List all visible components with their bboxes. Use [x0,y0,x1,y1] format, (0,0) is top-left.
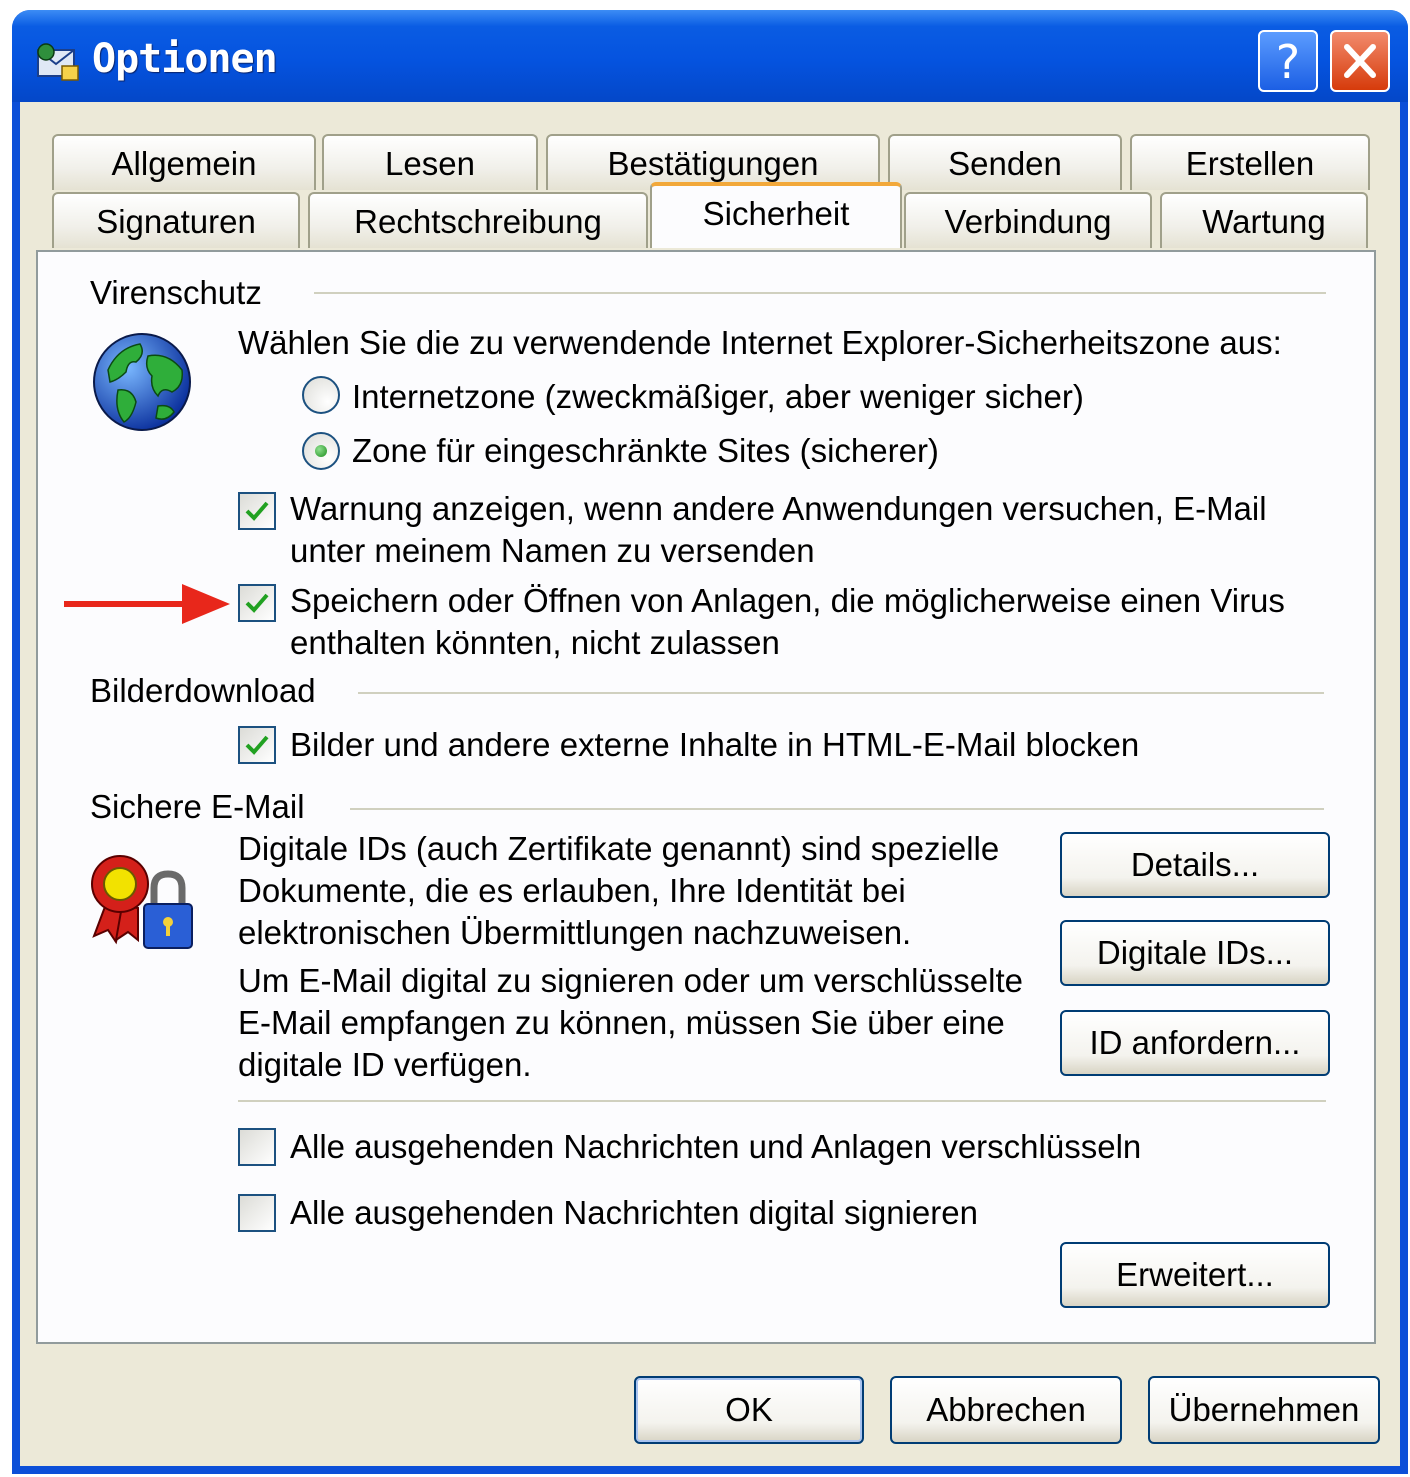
warn-checkbox[interactable] [238,492,276,530]
block-images-label[interactable]: Bilder und andere externe Inhalte in HTM… [290,724,1139,765]
block-images-checkbox[interactable] [238,726,276,764]
help-button[interactable]: ? [1258,30,1318,92]
tab-rechtschreibung[interactable]: Rechtschreibung [308,192,648,248]
sichere-email-inner-divider [238,1100,1326,1102]
title-bar[interactable]: Optionen ? [12,10,1408,102]
apply-button[interactable]: Übernehmen [1148,1376,1380,1444]
warn-checkbox-label-line1[interactable]: Warnung anzeigen, wenn andere Anwendunge… [290,488,1267,529]
digital-ids-text-line3: elektronischen Übermittlungen nachzuweis… [238,914,912,951]
block-attachments-label-line2[interactable]: enthalten könnten, nicht zulassen [290,622,780,663]
tab-lesen[interactable]: Lesen [322,134,538,190]
tab-sicherheit[interactable]: Sicherheit [650,182,902,248]
outlook-express-icon [37,43,79,81]
encrypt-all-label[interactable]: Alle ausgehenden Nachrichten und Anlagen… [290,1126,1141,1167]
help-icon: ? [1276,35,1300,89]
ok-button[interactable]: OK [634,1376,864,1444]
sign-all-checkbox[interactable] [238,1194,276,1232]
sichere-email-heading: Sichere E-Mail [90,788,305,825]
virenschutz-heading: Virenschutz [90,274,262,311]
sign-all-label[interactable]: Alle ausgehenden Nachrichten digital sig… [290,1192,978,1233]
cancel-button[interactable]: Abbrechen [890,1376,1122,1444]
radio-selected-dot [315,445,327,457]
tab-wartung[interactable]: Wartung [1160,192,1368,248]
encrypt-all-checkbox[interactable] [238,1128,276,1166]
tab-verbindung[interactable]: Verbindung [904,192,1152,248]
tab-signaturen[interactable]: Signaturen [52,192,300,248]
window-title: Optionen [92,36,278,82]
block-attachments-label-line1[interactable]: Speichern oder Öffnen von Anlagen, die m… [290,580,1285,621]
tab-senden[interactable]: Senden [888,134,1122,190]
radio-restricted-zone-label[interactable]: Zone für eingeschränkte Sites (sicherer) [352,430,939,471]
digital-ids-button[interactable]: Digitale IDs... [1060,920,1330,986]
digital-ids-text-line1: Digitale IDs (auch Zertifikate genannt) … [238,830,1000,867]
close-icon [1344,44,1376,78]
checkmark-icon [245,735,269,755]
advanced-button[interactable]: Erweitert... [1060,1242,1330,1308]
radio-internetzone[interactable] [302,376,340,414]
request-id-button[interactable]: ID anfordern... [1060,1010,1330,1076]
red-arrow-icon [64,584,230,624]
sign-text-line1: Um E-Mail digital zu signieren oder um v… [238,962,1023,999]
radio-restricted-zone[interactable] [302,432,340,470]
certificate-lock-icon [91,855,193,949]
zone-prompt: Wählen Sie die zu verwendende Internet E… [238,324,1282,361]
virenschutz-divider [314,292,1326,294]
sign-text-line2: E-Mail empfangen zu können, müssen Sie ü… [238,1004,1005,1041]
checkmark-icon [245,593,269,613]
bilderdownload-heading: Bilderdownload [90,672,316,709]
tab-erstellen[interactable]: Erstellen [1130,134,1370,190]
sichere-email-divider [350,808,1324,810]
details-button[interactable]: Details... [1060,832,1330,898]
globe-icon [93,333,191,431]
checkmark-icon [245,501,269,521]
tab-allgemein[interactable]: Allgemein [52,134,316,190]
close-button[interactable] [1330,30,1390,92]
block-attachments-checkbox[interactable] [238,584,276,622]
bilderdownload-divider [358,692,1324,694]
radio-internetzone-label[interactable]: Internetzone (zweckmäßiger, aber weniger… [352,376,1084,417]
sign-text-line3: digitale ID verfügen. [238,1046,532,1083]
digital-ids-text-line2: Dokumente, die es erlauben, Ihre Identit… [238,872,906,909]
warn-checkbox-label-line2[interactable]: unter meinem Namen zu versenden [290,530,815,571]
